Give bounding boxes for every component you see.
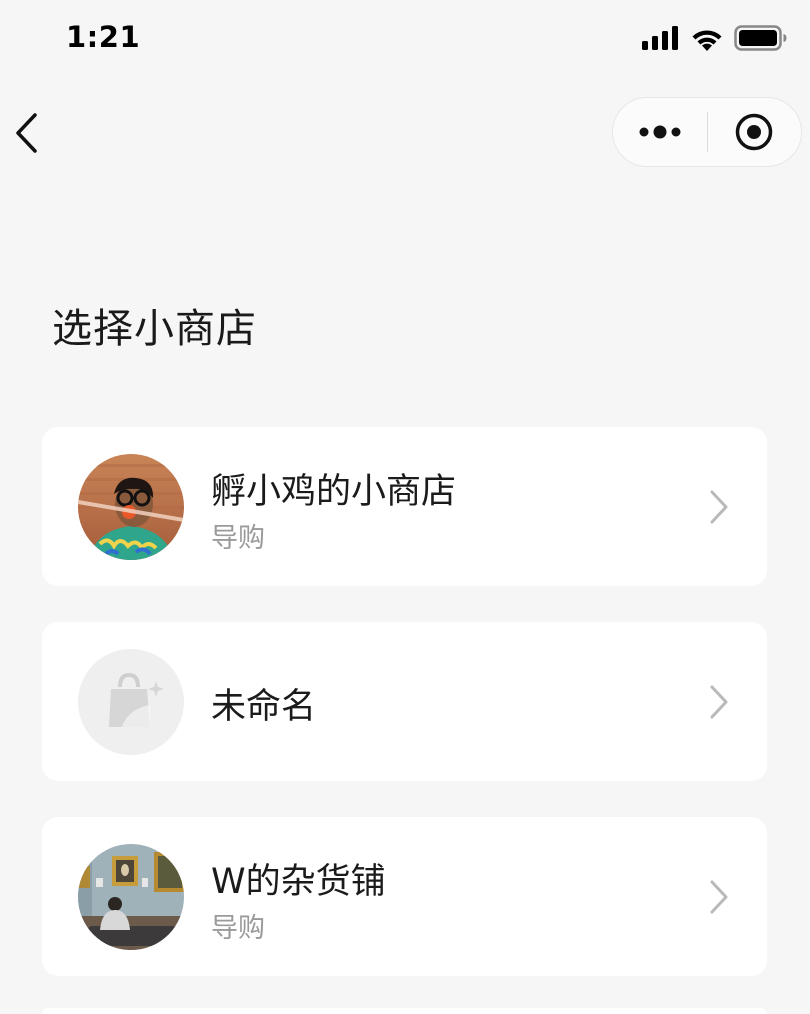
battery-icon: [734, 25, 787, 51]
shop-avatar: [78, 844, 184, 950]
more-button[interactable]: [613, 97, 707, 167]
status-icons: [642, 24, 788, 52]
shop-card[interactable]: 孵小鸡的小商店 导购: [42, 427, 767, 586]
chevron-right-icon: [710, 685, 728, 719]
back-button[interactable]: [6, 108, 46, 158]
shopping-bag-sparkle-icon: [109, 672, 164, 727]
photo-avatar-museum-gallery: [78, 844, 184, 950]
mini-program-capsule: [612, 97, 802, 167]
shop-name: W的杂货铺: [211, 862, 386, 902]
wifi-icon: [692, 29, 722, 51]
next-card-edge: [42, 1008, 767, 1014]
target-circle-icon: [736, 113, 773, 151]
chevron-right-icon: [710, 490, 728, 524]
photo-avatar-child-with-glasses: [78, 454, 184, 560]
shop-avatar: [78, 454, 184, 560]
close-button[interactable]: [708, 97, 802, 167]
status-time: 1:21: [66, 20, 141, 54]
shop-card[interactable]: W的杂货铺 导购: [42, 817, 767, 976]
shop-name: 孵小鸡的小商店: [211, 472, 457, 512]
shop-select-screen: 1:21 选择小商店 孵小鸡的小商店 导购 未命名 W的杂货铺 导购: [0, 0, 810, 1014]
more-dots-icon: [639, 125, 681, 139]
shop-avatar: [78, 649, 184, 755]
shop-role: 导购: [211, 913, 265, 944]
shop-card[interactable]: 未命名: [42, 622, 767, 781]
signal-icon: [642, 26, 678, 50]
shop-name: 未命名: [211, 687, 317, 727]
shop-role: 导购: [211, 523, 265, 554]
chevron-left-icon: [16, 113, 37, 153]
page-title: 选择小商店: [52, 306, 257, 352]
status-bar: 1:21: [0, 0, 810, 80]
chevron-right-icon: [710, 880, 728, 914]
